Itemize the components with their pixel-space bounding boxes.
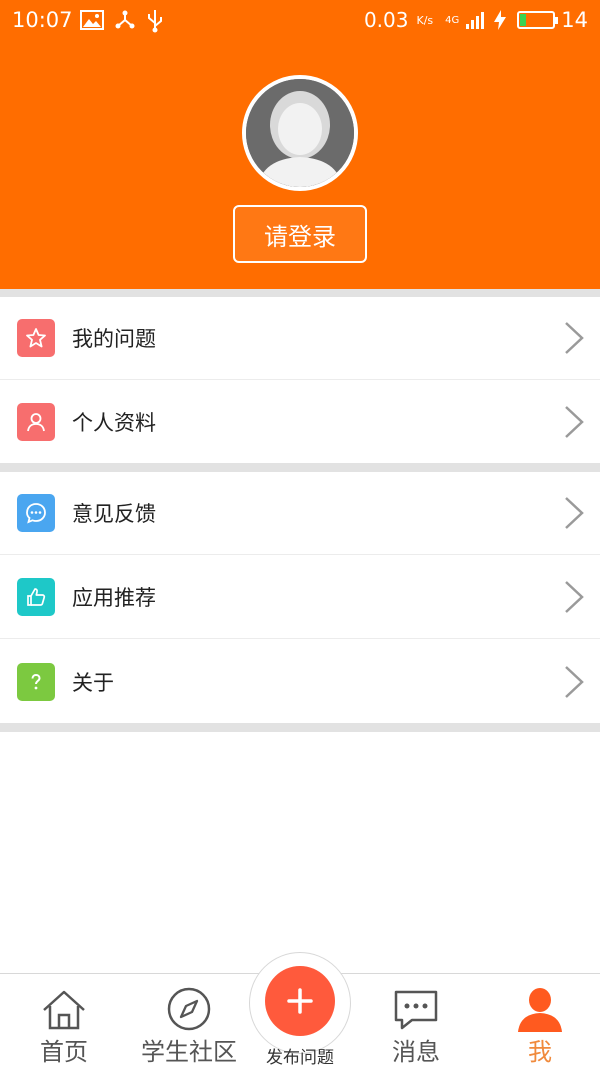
avatar[interactable] <box>242 75 358 191</box>
battery-icon <box>517 11 559 29</box>
charging-icon <box>494 10 507 30</box>
compass-icon <box>167 987 211 1031</box>
menu-item-app-recommend[interactable]: 应用推荐 <box>0 556 600 639</box>
status-right: 0.03 K/s 4G 14 <box>364 8 588 32</box>
person-icon <box>17 402 55 441</box>
chevron-right-icon <box>565 665 584 698</box>
section-divider <box>0 289 600 297</box>
menu-label: 我的问题 <box>72 327 156 351</box>
section-divider <box>0 463 600 472</box>
home-icon <box>43 990 85 1030</box>
profile-header: 10:07 0.03 K/s 4G 14 请登录 <box>0 0 600 289</box>
tab-label: 消息 <box>392 1038 440 1066</box>
thumb-up-icon <box>17 578 55 616</box>
chat-icon <box>17 494 55 532</box>
tab-label: 首页 <box>40 1038 88 1066</box>
publish-label: 发布问题 <box>266 1048 334 1067</box>
chevron-right-icon <box>565 322 584 354</box>
question-icon <box>17 662 55 701</box>
battery-level: 14 <box>561 8 588 32</box>
usb-icon <box>148 10 162 33</box>
net-speed-unit: K/s <box>416 13 434 27</box>
menu-item-about[interactable]: 关于 <box>0 640 600 723</box>
menu-label: 关于 <box>72 670 114 695</box>
default-avatar-icon <box>246 79 354 187</box>
status-time: 10:07 <box>12 8 73 32</box>
tab-messages[interactable]: 消息 <box>376 974 456 1067</box>
signal-type: 4G <box>445 14 460 26</box>
tab-me[interactable]: 我 <box>500 974 580 1067</box>
menu-item-feedback[interactable]: 意见反馈 <box>0 472 600 555</box>
tab-community[interactable]: 学生社区 <box>134 974 244 1067</box>
menu-item-profile[interactable]: 个人资料 <box>0 380 600 463</box>
plus-icon <box>287 988 313 1014</box>
chevron-right-icon <box>565 581 584 613</box>
tab-home[interactable]: 首页 <box>24 974 104 1067</box>
net-speed: 0.03 <box>363 8 409 32</box>
tab-label: 学生社区 <box>141 1038 237 1066</box>
menu-label: 意见反馈 <box>72 502 156 526</box>
section-divider <box>0 723 600 732</box>
message-icon <box>394 990 438 1030</box>
login-button[interactable]: 请登录 <box>233 205 367 263</box>
tab-label: 我 <box>528 1038 552 1066</box>
signal-icon <box>466 12 485 29</box>
menu-item-my-questions[interactable]: 我的问题 <box>0 297 600 380</box>
chevron-right-icon <box>565 497 584 529</box>
user-icon <box>518 988 562 1032</box>
status-bar: 10:07 0.03 K/s 4G 14 <box>0 0 600 42</box>
menu-label: 应用推荐 <box>72 586 156 610</box>
publish-question-button[interactable] <box>265 966 335 1036</box>
status-notification-icons <box>80 9 164 33</box>
image-icon <box>80 10 104 30</box>
menu-label: 个人资料 <box>72 410 156 435</box>
chevron-right-icon <box>565 405 584 438</box>
share-icon <box>115 10 135 29</box>
star-icon <box>17 319 55 357</box>
